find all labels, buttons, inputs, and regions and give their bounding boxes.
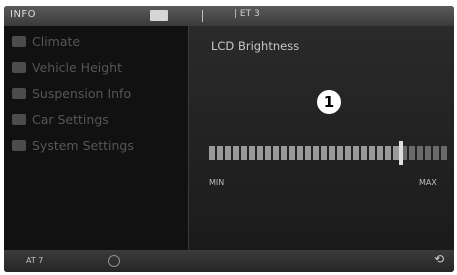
car-height-icon [12, 61, 26, 73]
slider-segment [289, 146, 295, 160]
slider-segment [385, 146, 391, 160]
slider-segment [217, 146, 223, 160]
menu-item-climate[interactable]: Climate [12, 30, 188, 52]
brightness-panel: LCD Brightness 1 MIN MAX [188, 26, 454, 250]
menu-item-vehicle-height[interactable]: Vehicle Height [12, 56, 188, 78]
slider-segment [297, 146, 303, 160]
slider-segment [377, 146, 383, 160]
battery-icon [150, 10, 168, 21]
slider-segment [249, 146, 255, 160]
top-status-bar: INFO | ET 3 [4, 6, 454, 26]
slider-segment [233, 146, 239, 160]
slider-segment [321, 146, 327, 160]
slider-segment [441, 146, 447, 160]
slider-segment [273, 146, 279, 160]
slider-segment [225, 146, 231, 160]
suspension-icon [12, 87, 26, 99]
back-icon[interactable]: ⟲ [434, 252, 444, 266]
slider-segment [345, 146, 351, 160]
car-settings-icon [12, 113, 26, 125]
menu-item-car-settings[interactable]: Car Settings [12, 108, 188, 130]
panel-heading: LCD Brightness [211, 39, 300, 53]
menu-item-label: Vehicle Height [32, 59, 122, 75]
menu-item-system-settings[interactable]: System Settings [12, 134, 188, 156]
slider-segment [209, 146, 215, 160]
status-divider [202, 10, 203, 22]
infotainment-screen: INFO | ET 3 Climate Vehicle Height Suspe… [4, 6, 454, 272]
slider-segment [265, 146, 271, 160]
menu-item-suspension-info[interactable]: Suspension Info [12, 82, 188, 104]
slider-segment [305, 146, 311, 160]
system-settings-icon [12, 139, 26, 151]
menu-item-label: Car Settings [32, 111, 109, 127]
slider-segment [417, 146, 423, 160]
screen-title: INFO [10, 9, 37, 20]
menu-item-label: Suspension Info [32, 85, 132, 101]
settings-menu: Climate Vehicle Height Suspension Info C… [4, 26, 188, 250]
brightness-slider[interactable] [209, 141, 449, 165]
slider-segment [433, 146, 439, 160]
menu-item-label: System Settings [32, 137, 134, 153]
slider-segment [369, 146, 375, 160]
slider-segment [353, 146, 359, 160]
slider-segment [241, 146, 247, 160]
slider-segment [257, 146, 263, 160]
bottom-bar: AT 7 ⟲ [4, 250, 454, 272]
min-label: MIN [209, 178, 225, 187]
callout-marker: 1 [317, 90, 341, 114]
slider-segment [425, 146, 431, 160]
slider-handle[interactable] [399, 141, 403, 165]
max-label: MAX [419, 178, 437, 187]
slider-segment [361, 146, 367, 160]
slider-segment [313, 146, 319, 160]
climate-icon [12, 35, 26, 47]
slider-segment [281, 146, 287, 160]
slider-segment [337, 146, 343, 160]
status-text: | ET 3 [234, 9, 260, 19]
slider-segment [329, 146, 335, 160]
gear-icon[interactable] [108, 255, 120, 267]
menu-item-label: Climate [32, 33, 81, 49]
slider-segment [409, 146, 415, 160]
bottom-left-text: AT 7 [26, 256, 44, 265]
